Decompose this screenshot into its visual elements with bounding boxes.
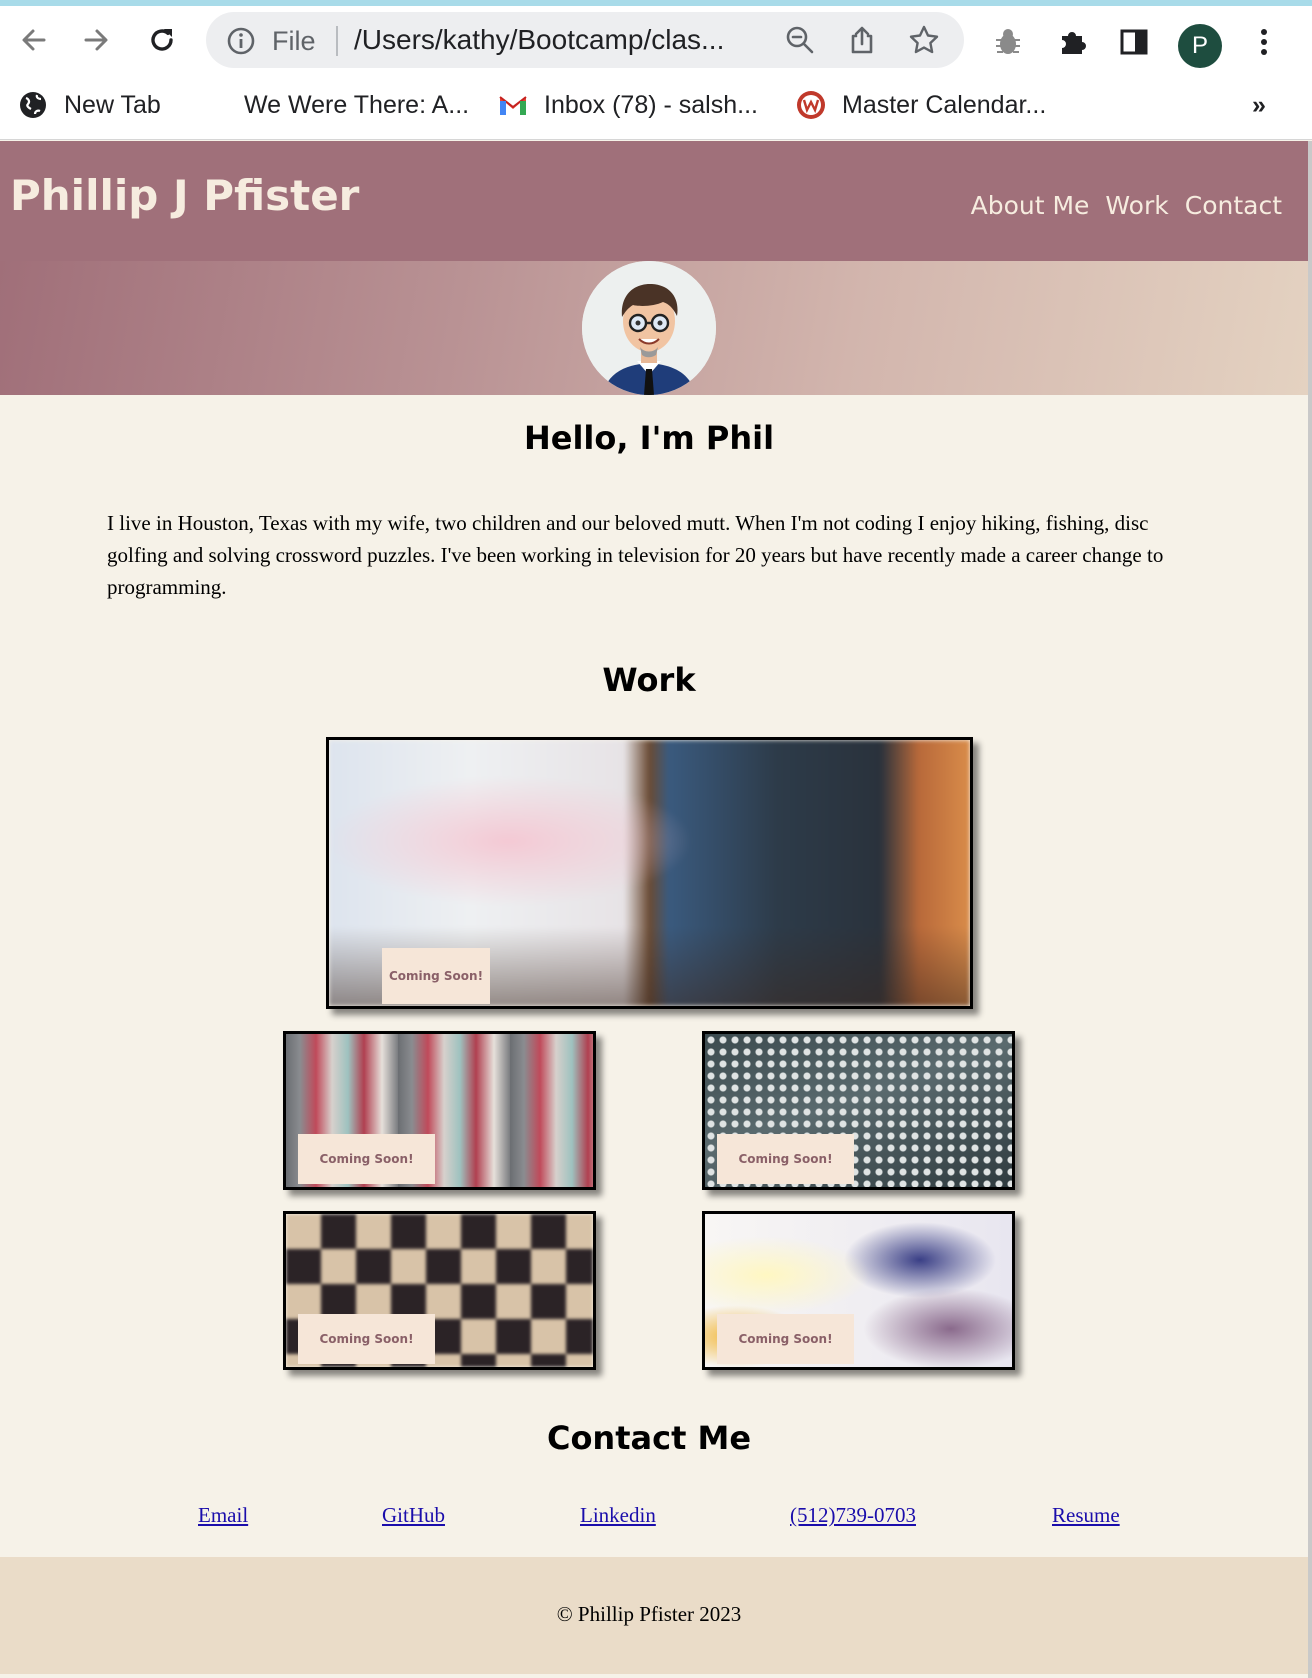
work-card-4[interactable]: Coming Soon! [283,1211,596,1370]
profile-avatar[interactable]: P [1178,24,1222,68]
resume-link[interactable]: Resume [1052,1503,1120,1528]
main-content: Hello, I'm Phil I live in Houston, Texas… [0,395,1308,1557]
address-bar[interactable]: File /Users/kathy/Bootcamp/clas... [206,12,964,68]
work-card-featured[interactable]: Coming Soon! [326,737,973,1009]
site-footer: © Phillip Pfister 2023 [0,1557,1308,1674]
about-heading: Hello, I'm Phil [523,419,775,457]
site-title: Phillip J Pfister [10,171,360,220]
address-scheme: File [272,26,316,56]
bookmark-label: Inbox (78) - salsh... [544,90,758,119]
bookmark-we-were-there[interactable]: We Were There: A... [244,88,469,122]
bookmark-label: Master Calendar... [842,90,1047,119]
bookmark-master-calendar[interactable]: Master Calendar... [796,88,1046,122]
back-arrow-icon [22,29,46,51]
coming-soon-badge: Coming Soon! [298,1314,435,1364]
address-url[interactable]: /Users/kathy/Bootcamp/clas... [354,24,754,56]
gmail-icon [498,90,528,120]
address-separator [336,26,338,56]
nav-work[interactable]: Work [1105,191,1168,220]
browser-toolbar: File /Users/kathy/Bootcamp/clas... P [0,6,1312,76]
site-header: Phillip J Pfister About Me Work Contact [0,141,1308,261]
forward-button[interactable] [76,20,116,60]
bookmark-star-icon[interactable] [908,24,940,56]
kebab-menu-icon [1261,29,1267,55]
linkedin-link[interactable]: Linkedin [580,1503,656,1528]
work-card-2[interactable]: Coming Soon! [283,1031,596,1190]
coming-soon-badge: Coming Soon! [717,1314,854,1364]
work-heading: Work [602,661,696,699]
reload-icon [151,29,173,51]
chevron-double-right-icon: » [1252,90,1266,119]
bookmarks-overflow-button[interactable]: » [1252,88,1266,122]
email-link[interactable]: Email [198,1503,248,1528]
bookmark-inbox[interactable]: Inbox (78) - salsh... [498,88,758,122]
side-panel-icon [1120,29,1148,55]
globe-icon [18,90,48,120]
contact-links: Email GitHub Linkedin (512)739-0703 Resu… [0,1503,1298,1533]
reload-button[interactable] [142,20,182,60]
extension-bug-button[interactable] [988,22,1028,62]
coming-soon-badge: Coming Soon! [298,1134,435,1184]
coming-soon-badge: Coming Soon! [382,948,490,1004]
nav-about-me[interactable]: About Me [971,191,1090,220]
side-panel-button[interactable] [1114,22,1154,62]
w-icon [796,90,826,120]
info-icon[interactable] [226,26,256,56]
site-nav: About Me Work Contact [971,191,1282,220]
bookmark-label: We Were There: A... [244,90,470,119]
github-link[interactable]: GitHub [382,1503,445,1528]
avatar [582,261,716,395]
work-card-5[interactable]: Coming Soon! [702,1211,1015,1370]
phone-link[interactable]: (512)739-0703 [790,1503,916,1528]
puzzle-icon [1062,32,1086,54]
extensions-button[interactable] [1052,22,1092,62]
menu-button[interactable] [1244,22,1284,62]
bookmark-label: New Tab [64,90,161,119]
bookmarks-bar: New Tab We Were There: A... Inbox (78) -… [0,76,1312,140]
forward-arrow-icon [84,29,108,51]
bug-icon [996,29,1020,54]
work-card-3[interactable]: Coming Soon! [702,1031,1015,1190]
contact-heading: Contact Me [546,1419,752,1457]
coming-soon-badge: Coming Soon! [717,1134,854,1184]
share-icon[interactable] [846,24,878,56]
back-button[interactable] [14,20,54,60]
about-text: I live in Houston, Texas with my wife, t… [107,511,1164,599]
window-edge [1308,141,1312,1678]
footer-copyright: © Phillip Pfister 2023 [556,1602,742,1626]
nav-contact[interactable]: Contact [1185,191,1282,220]
zoom-out-icon[interactable] [784,24,816,56]
bookmark-new-tab[interactable]: New Tab [18,88,161,122]
